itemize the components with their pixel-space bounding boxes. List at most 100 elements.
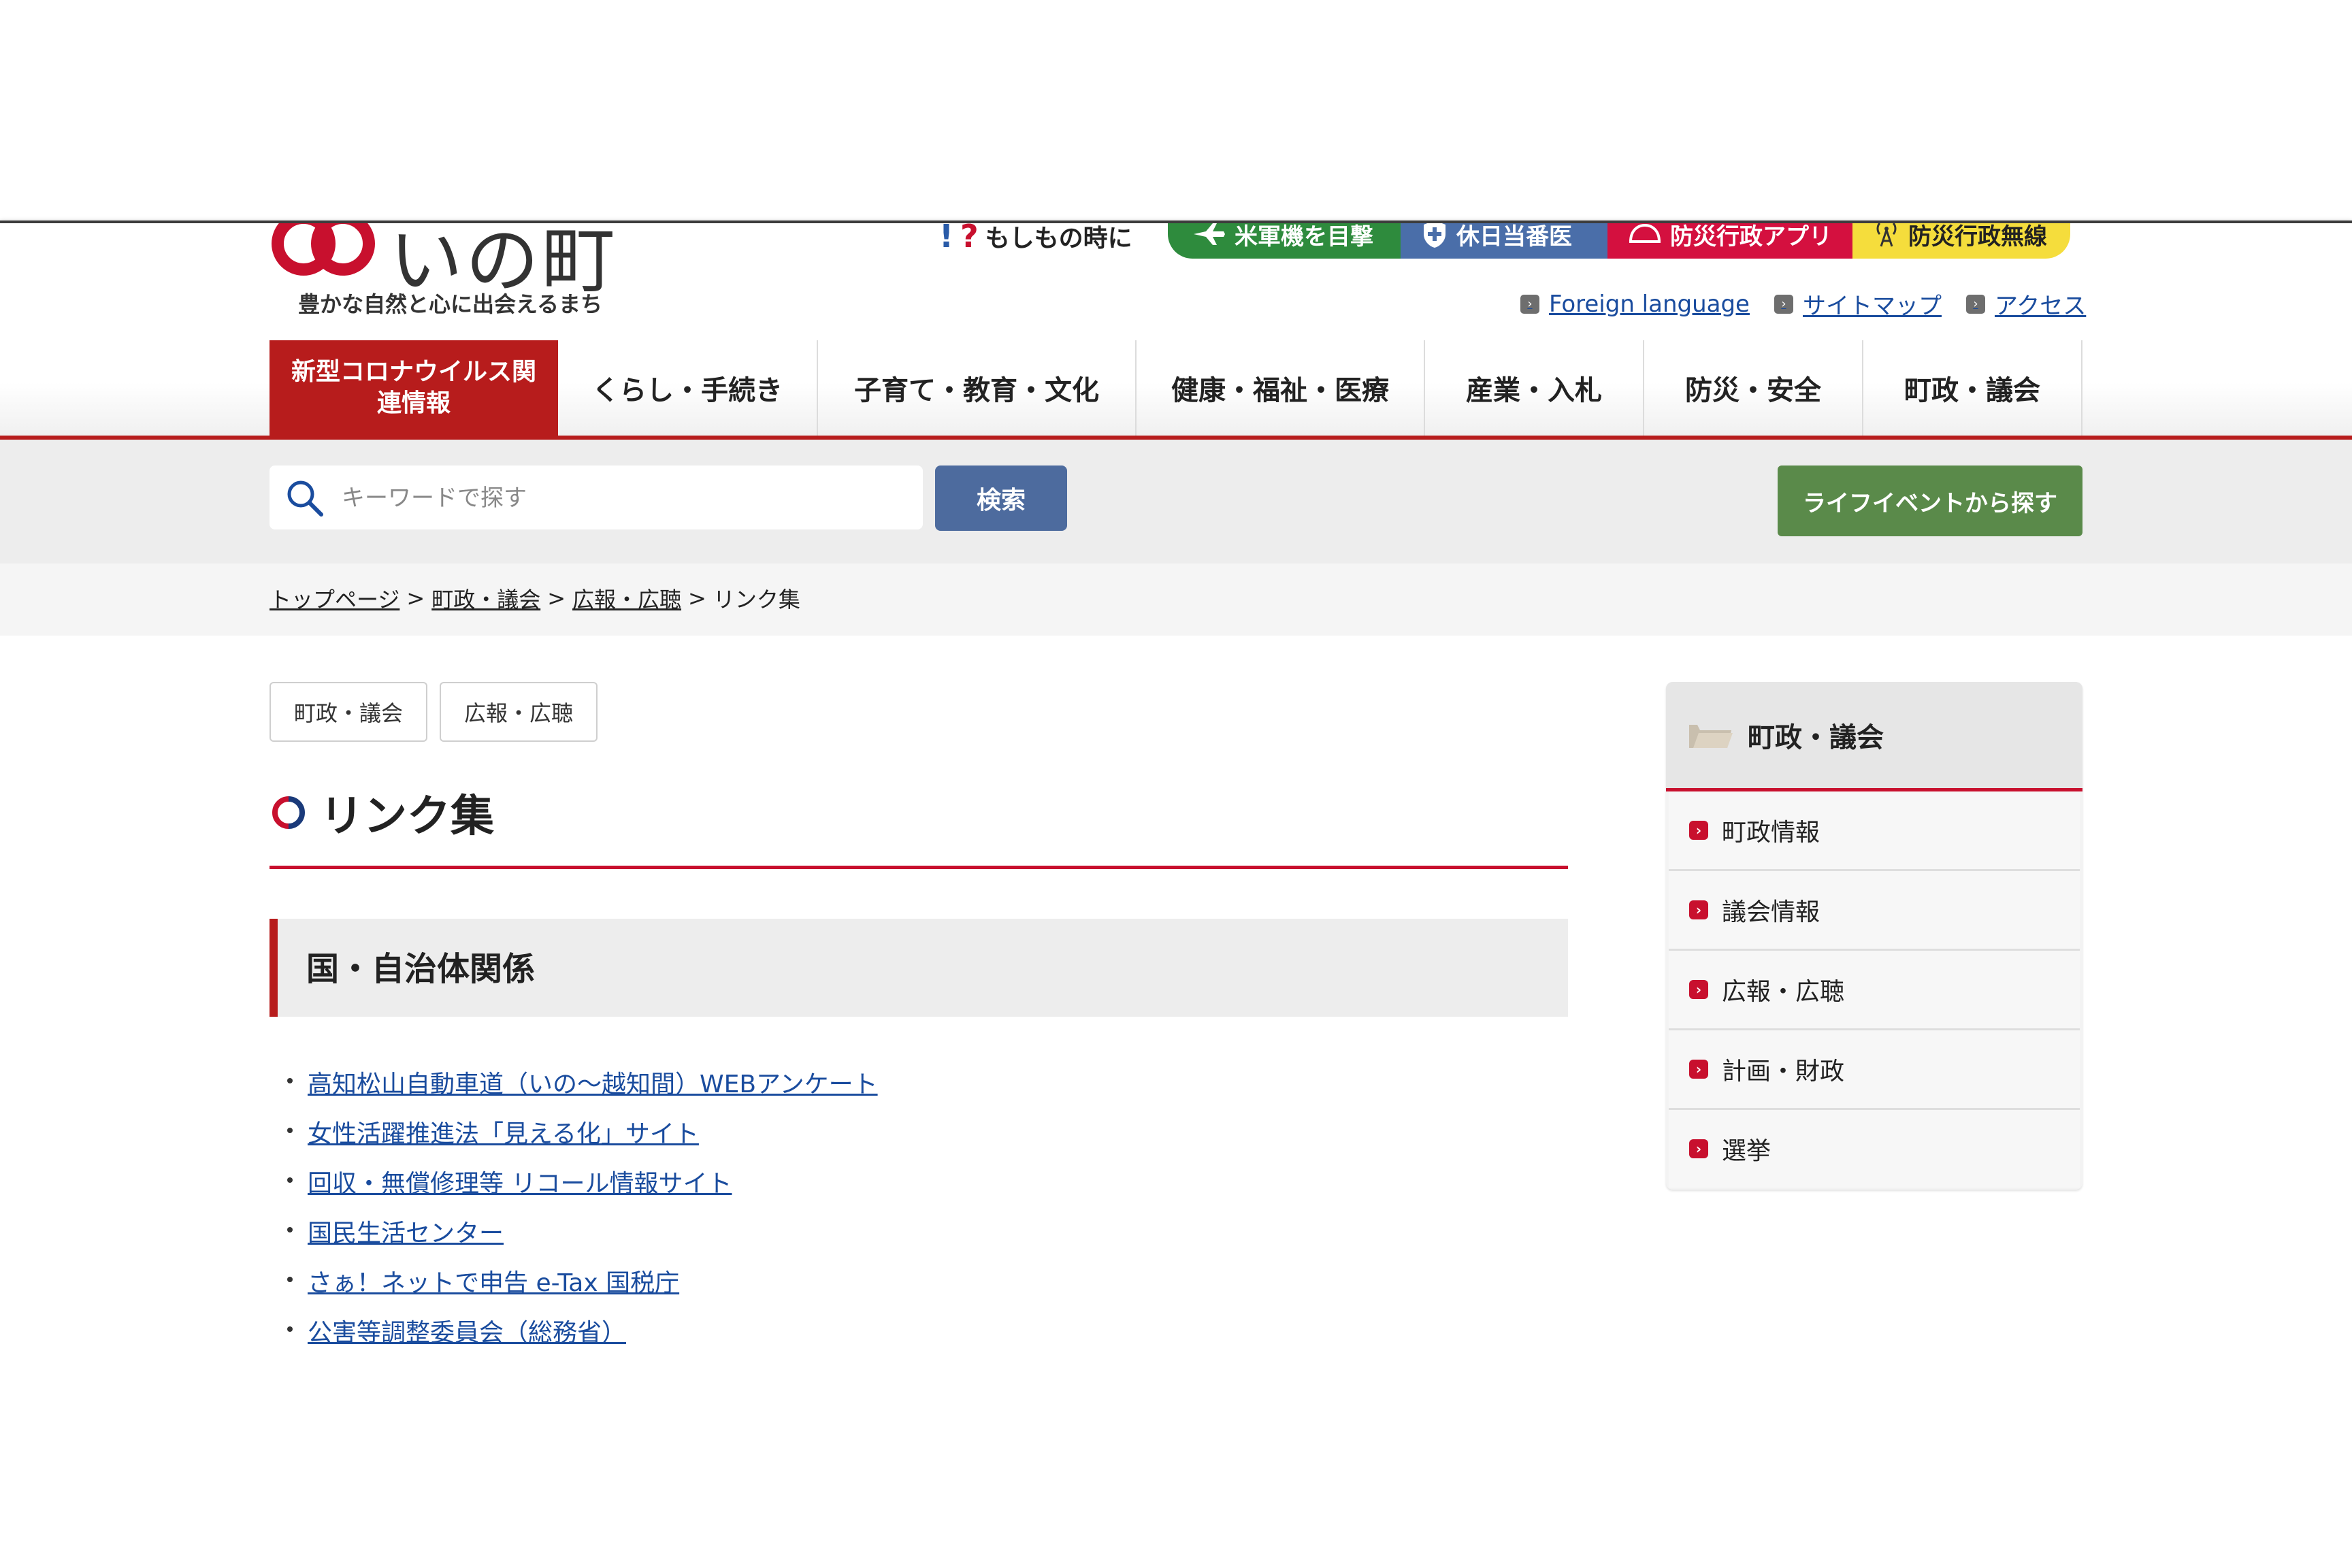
- us-aircraft-sighting-button[interactable]: 米軍機を目撃: [1168, 223, 1401, 259]
- utility-links: › Foreign language › サイトマップ › アクセス: [1520, 287, 2086, 321]
- category-tags: 町政・議会 広報・広聴: [270, 682, 598, 742]
- arrow-right-icon: ›: [1689, 1060, 1708, 1079]
- sidebar-header: 町政・議会: [1666, 682, 2082, 791]
- breadcrumb-town-admin[interactable]: 町政・議会: [431, 583, 540, 614]
- search-icon: [287, 480, 323, 517]
- sidebar-item-label: 広報・広聴: [1722, 978, 1845, 1006]
- site-tagline: 豊かな自然と心に出会えるまち: [298, 291, 603, 317]
- emergency-label-text: もしもの時に: [985, 225, 1132, 252]
- link-list: 高知松山自動車道（いの～越知間）WEBアンケート 女性活躍推進法「見える化」サイ…: [282, 1064, 878, 1362]
- tag-town-admin[interactable]: 町政・議会: [270, 682, 428, 742]
- blank-top-area: [0, 0, 2352, 220]
- antenna-icon: [1876, 223, 1897, 247]
- nav-item-covid-label: 新型コロナウイルス関連情報: [291, 358, 537, 417]
- list-item: 高知松山自動車道（いの～越知間）WEBアンケート: [282, 1064, 878, 1114]
- page-title-text: リンク集: [320, 791, 494, 842]
- sidebar-item-label: 町政情報: [1722, 819, 1820, 847]
- list-item: 公害等調整委員会（総務省）: [282, 1313, 878, 1362]
- section-heading: 国・自治体関係: [270, 919, 1568, 1017]
- link-consumer-center[interactable]: 国民生活センター: [308, 1213, 504, 1249]
- search-input[interactable]: [340, 466, 908, 531]
- section-heading-bar: [270, 919, 278, 1017]
- medical-shield-icon: [1424, 223, 1446, 248]
- disaster-radio-button[interactable]: 防災行政無線: [1852, 223, 2070, 259]
- link-recall-info[interactable]: 回収・無償修理等 リコール情報サイト: [308, 1164, 732, 1199]
- nav-item-industry[interactable]: 産業・入札: [1425, 340, 1644, 436]
- logo-rings-icon: [272, 223, 375, 276]
- global-nav: 新型コロナウイルス関連情報 くらし・手続き 子育て・教育・文化 健康・福祉・医療…: [270, 340, 2082, 436]
- link-pollution-committee[interactable]: 公害等調整委員会（総務省）: [308, 1313, 626, 1348]
- title-rule: [270, 866, 1568, 869]
- airplane-icon: [1194, 223, 1225, 245]
- arrow-right-icon: ›: [1689, 821, 1708, 840]
- search-button[interactable]: 検索: [935, 466, 1067, 531]
- helmet-icon: [1629, 223, 1661, 243]
- arrow-right-icon: ›: [1689, 900, 1708, 919]
- sidebar-item-assembly-info[interactable]: › 議会情報: [1669, 871, 2080, 951]
- nav-item-living[interactable]: くらし・手続き: [558, 340, 818, 436]
- arrow-right-icon: ›: [1689, 1139, 1708, 1158]
- holiday-doctor-button[interactable]: 休日当番医: [1401, 223, 1607, 259]
- holiday-doctor-label: 休日当番医: [1456, 223, 1572, 250]
- sidebar: 町政・議会 › 町政情報 › 議会情報 › 広報・広聴 › 計画・財政 › 選挙: [1666, 682, 2082, 1190]
- sidebar-item-label: 議会情報: [1722, 898, 1820, 926]
- breadcrumb-band: トップページ > 町政・議会 > 広報・広聴 > リンク集: [0, 564, 2352, 636]
- breadcrumb: トップページ > 町政・議会 > 広報・広聴 > リンク集: [270, 583, 800, 614]
- sidebar-item-planning-finance[interactable]: › 計画・財政: [1669, 1030, 2080, 1110]
- sitemap-link[interactable]: › サイトマップ: [1774, 287, 1942, 321]
- arrow-right-icon: ›: [1774, 294, 1793, 314]
- sidebar-item-label: 選挙: [1722, 1137, 1771, 1165]
- nav-item-town-admin[interactable]: 町政・議会: [1863, 340, 2082, 436]
- breadcrumb-separator: >: [547, 585, 566, 611]
- page-title: リンク集: [270, 781, 494, 844]
- breadcrumb-current: リンク集: [713, 587, 800, 612]
- nav-item-covid[interactable]: 新型コロナウイルス関連情報: [270, 340, 558, 436]
- title-ring-icon: [272, 796, 305, 829]
- list-item: さぁ！ネットで申告 e-Tax 国税庁: [282, 1263, 878, 1313]
- link-women-activity[interactable]: 女性活躍推進法「見える化」サイト: [308, 1114, 699, 1149]
- us-aircraft-label: 米軍機を目撃: [1235, 223, 1373, 250]
- sidebar-title: 町政・議会: [1748, 722, 1884, 753]
- list-item: 女性活躍推進法「見える化」サイト: [282, 1114, 878, 1164]
- search-box: [270, 466, 923, 531]
- bullet-icon: [287, 1078, 293, 1083]
- sitemap-label: サイトマップ: [1802, 293, 1942, 320]
- list-item: 国民生活センター: [282, 1213, 878, 1263]
- arrow-right-icon: ›: [1689, 980, 1708, 999]
- section-heading-text: 国・自治体関係: [306, 950, 536, 988]
- bullet-icon: [287, 1277, 293, 1282]
- arrow-right-icon: ›: [1965, 294, 1985, 314]
- question-icon: ?: [960, 223, 979, 255]
- link-etax[interactable]: さぁ！ネットで申告 e-Tax 国税庁: [308, 1263, 679, 1298]
- emergency-links-bar: 米軍機を目撃 休日当番医 防災行政アプリ 防災行政無線: [1168, 223, 2070, 259]
- breadcrumb-pr[interactable]: 広報・広聴: [572, 583, 681, 614]
- breadcrumb-top[interactable]: トップページ: [270, 583, 399, 614]
- nav-item-health[interactable]: 健康・福祉・医療: [1137, 340, 1425, 436]
- exclamation-icon: !: [939, 223, 953, 255]
- disaster-app-button[interactable]: 防災行政アプリ: [1607, 223, 1852, 259]
- sidebar-item-town-info[interactable]: › 町政情報: [1669, 791, 2080, 871]
- access-label: アクセス: [1994, 293, 2087, 320]
- arrow-right-icon: ›: [1520, 294, 1539, 314]
- link-kochi-matsuyama-survey[interactable]: 高知松山自動車道（いの～越知間）WEBアンケート: [308, 1064, 878, 1100]
- sidebar-item-label: 計画・財政: [1722, 1058, 1845, 1085]
- access-link[interactable]: › アクセス: [1965, 287, 2087, 321]
- bullet-icon: [287, 1326, 293, 1332]
- nav-item-safety[interactable]: 防災・安全: [1644, 340, 1863, 436]
- tag-pr[interactable]: 広報・広聴: [440, 682, 598, 742]
- foreign-language-link[interactable]: › Foreign language: [1520, 287, 1750, 321]
- sidebar-item-pr[interactable]: › 広報・広聴: [1669, 951, 2080, 1030]
- emergency-label: !? もしもの時に: [939, 223, 1132, 255]
- disaster-radio-label: 防災行政無線: [1908, 223, 2047, 250]
- foreign-language-label: Foreign language: [1549, 290, 1750, 318]
- breadcrumb-separator: >: [688, 585, 706, 611]
- bullet-icon: [287, 1128, 293, 1133]
- folder-icon: [1689, 725, 1733, 748]
- bullet-icon: [287, 1227, 293, 1232]
- life-event-search-button[interactable]: ライフイベントから探す: [1778, 466, 2082, 536]
- nav-item-childcare[interactable]: 子育て・教育・文化: [818, 340, 1137, 436]
- list-item: 回収・無償修理等 リコール情報サイト: [282, 1164, 878, 1213]
- sidebar-item-elections[interactable]: › 選挙: [1669, 1110, 2080, 1188]
- breadcrumb-separator: >: [406, 585, 425, 611]
- search-band: 検索 ライフイベントから探す: [0, 440, 2352, 564]
